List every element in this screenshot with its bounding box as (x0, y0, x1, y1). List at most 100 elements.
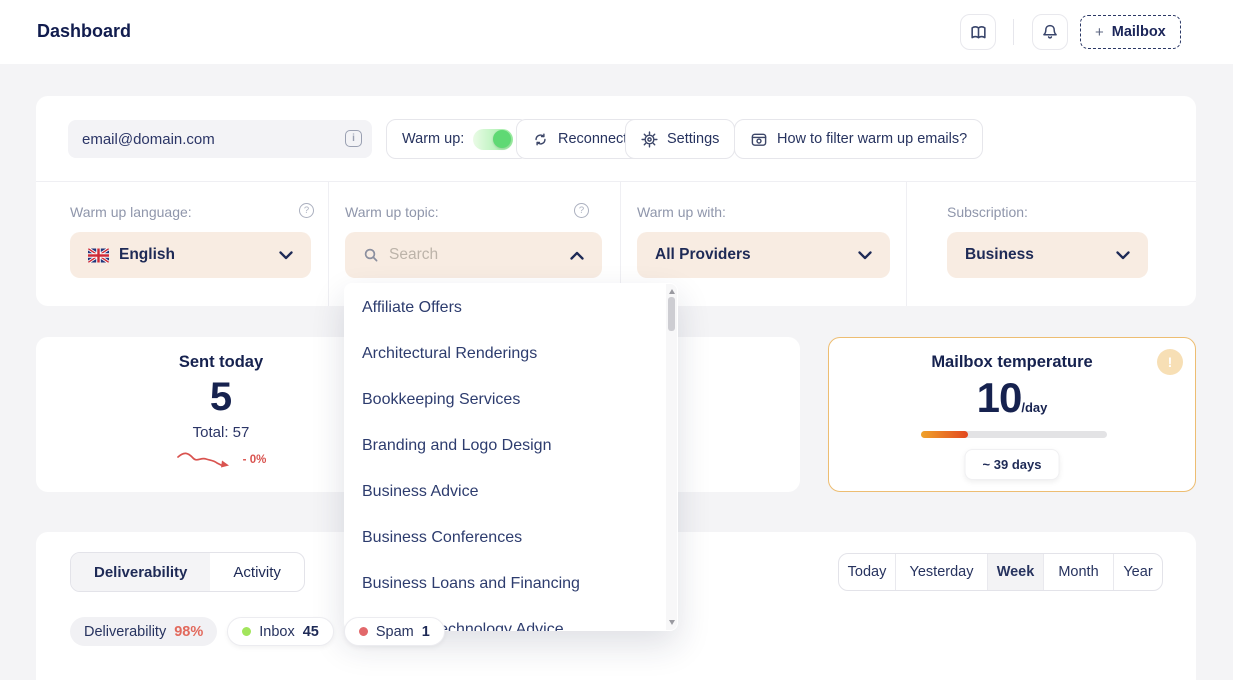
warmup-toggle-group: Warm up: (386, 119, 529, 159)
provider-value: All Providers (655, 246, 751, 264)
filter-help-label: How to filter warm up emails? (777, 131, 967, 147)
uk-flag-icon (88, 248, 109, 263)
mailbox-settings-card: i Warm up: Reconnect Settings (36, 96, 1196, 306)
tab-activity[interactable]: Activity (210, 553, 304, 591)
provider-label: Warm up with: (637, 204, 726, 220)
temperature-progress-track (921, 431, 1107, 438)
topic-search-input[interactable] (389, 246, 539, 264)
topic-option[interactable]: Architectural Renderings (344, 331, 678, 377)
tab-deliverability[interactable]: Deliverability (71, 553, 210, 591)
range-yesterday[interactable]: Yesterday (895, 554, 987, 590)
search-icon (363, 247, 379, 263)
range-week[interactable]: Week (987, 554, 1043, 590)
subscription-label: Subscription: (947, 204, 1028, 220)
add-mailbox-label: Mailbox (1112, 24, 1166, 40)
settings-label: Settings (667, 131, 719, 147)
gear-icon (641, 131, 658, 148)
sent-today-value: 5 (71, 375, 371, 420)
temperature-unit: /day (1021, 400, 1047, 415)
topic-option[interactable]: Business Advice (344, 469, 678, 515)
sent-today-total: Total: 57 (71, 424, 371, 441)
provider-select[interactable]: All Providers (637, 232, 890, 278)
subscription-value: Business (965, 246, 1034, 264)
email-field[interactable] (68, 120, 372, 158)
plus-icon: + (1095, 24, 1104, 41)
chevron-down-icon (1116, 251, 1130, 260)
green-dot-icon (242, 627, 251, 636)
topic-select[interactable] (345, 232, 602, 278)
header-divider (1013, 19, 1014, 45)
language-select[interactable]: English (70, 232, 311, 278)
chevron-down-icon (279, 251, 293, 260)
book-icon (969, 23, 988, 42)
red-dot-icon (359, 627, 368, 636)
language-label: Warm up language: (70, 204, 192, 220)
date-range-selector: Today Yesterday Week Month Year (838, 553, 1163, 591)
inbox-badge-label: Inbox (259, 624, 294, 640)
bell-icon (1041, 23, 1059, 41)
reconnect-label: Reconnect (558, 131, 627, 147)
subscription-select[interactable]: Business (947, 232, 1148, 278)
language-value: English (119, 246, 175, 264)
scroll-up-icon[interactable] (669, 289, 675, 294)
trend-value: - 0% (243, 454, 267, 466)
spam-badge-value: 1 (422, 624, 430, 640)
notifications-button[interactable] (1032, 14, 1068, 50)
warning-icon[interactable]: ! (1157, 349, 1183, 375)
page-title: Dashboard (37, 21, 131, 42)
topic-label: Warm up topic: (345, 204, 439, 220)
mailbox-temperature-card: Mailbox temperature ! 10/day ~ 39 days (828, 337, 1196, 492)
refresh-icon (532, 131, 549, 148)
range-today[interactable]: Today (839, 554, 895, 590)
spam-badge: Spam 1 (344, 617, 445, 646)
topic-option[interactable]: Affiliate Offers (344, 285, 678, 331)
topic-option[interactable]: Bookkeeping Services (344, 377, 678, 423)
sent-today-stat: Sent today 5 Total: 57 - 0% (71, 337, 371, 492)
filter-help-button[interactable]: How to filter warm up emails? (734, 119, 983, 159)
language-column: Warm up language: ? English (36, 182, 328, 306)
stats-badges: Deliverability 98% Inbox 45 Spam 1 (70, 617, 445, 646)
warmup-label: Warm up: (402, 131, 464, 147)
subscription-column: Subscription: Business (906, 182, 1196, 306)
deliverability-badge: Deliverability 98% (70, 617, 217, 646)
toggle-knob (493, 130, 511, 148)
video-camera-icon (750, 131, 768, 148)
warmup-toggle[interactable] (473, 129, 513, 150)
scrollbar-thumb[interactable] (668, 297, 675, 331)
add-mailbox-button[interactable]: + Mailbox (1080, 15, 1181, 49)
chevron-down-icon (858, 251, 872, 260)
temperature-value-row: 10/day (829, 374, 1195, 422)
topic-option[interactable]: Branding and Logo Design (344, 423, 678, 469)
deliverability-badge-value: 98% (174, 624, 203, 640)
inbox-badge: Inbox 45 (227, 617, 334, 646)
report-tabs: Deliverability Activity (70, 552, 305, 592)
temperature-value: 10 (977, 374, 1022, 421)
docs-button[interactable] (960, 14, 996, 50)
spam-badge-label: Spam (376, 624, 414, 640)
topic-option[interactable]: Business Conferences (344, 515, 678, 561)
info-icon[interactable]: i (345, 130, 362, 147)
dropdown-scrollbar[interactable] (666, 284, 677, 630)
inbox-badge-value: 45 (303, 624, 319, 640)
range-month[interactable]: Month (1043, 554, 1113, 590)
sent-today-title: Sent today (71, 353, 371, 372)
help-icon[interactable]: ? (299, 203, 314, 218)
help-icon[interactable]: ? (574, 203, 589, 218)
settings-button[interactable]: Settings (625, 119, 735, 159)
trend-row: - 0% (71, 449, 371, 471)
temperature-duration-chip: ~ 39 days (965, 449, 1060, 480)
dashboard-page: Dashboard + Mailbox i Warm up: (0, 0, 1233, 680)
top-header: Dashboard + Mailbox (0, 0, 1233, 64)
topic-option[interactable]: Business Loans and Financing (344, 561, 678, 607)
chevron-up-icon (570, 251, 584, 260)
topic-dropdown: Affiliate Offers Architectural Rendering… (344, 283, 678, 631)
scroll-down-icon[interactable] (669, 620, 675, 625)
sparkline-icon (176, 449, 238, 471)
temperature-progress-fill (921, 431, 968, 438)
email-field-wrap: i (68, 120, 372, 158)
toolbar-row: i Warm up: Reconnect Settings (36, 96, 1196, 182)
topic-dropdown-list: Affiliate Offers Architectural Rendering… (344, 283, 678, 631)
deliverability-badge-label: Deliverability (84, 624, 166, 640)
temperature-title: Mailbox temperature (829, 353, 1195, 372)
range-year[interactable]: Year (1113, 554, 1162, 590)
